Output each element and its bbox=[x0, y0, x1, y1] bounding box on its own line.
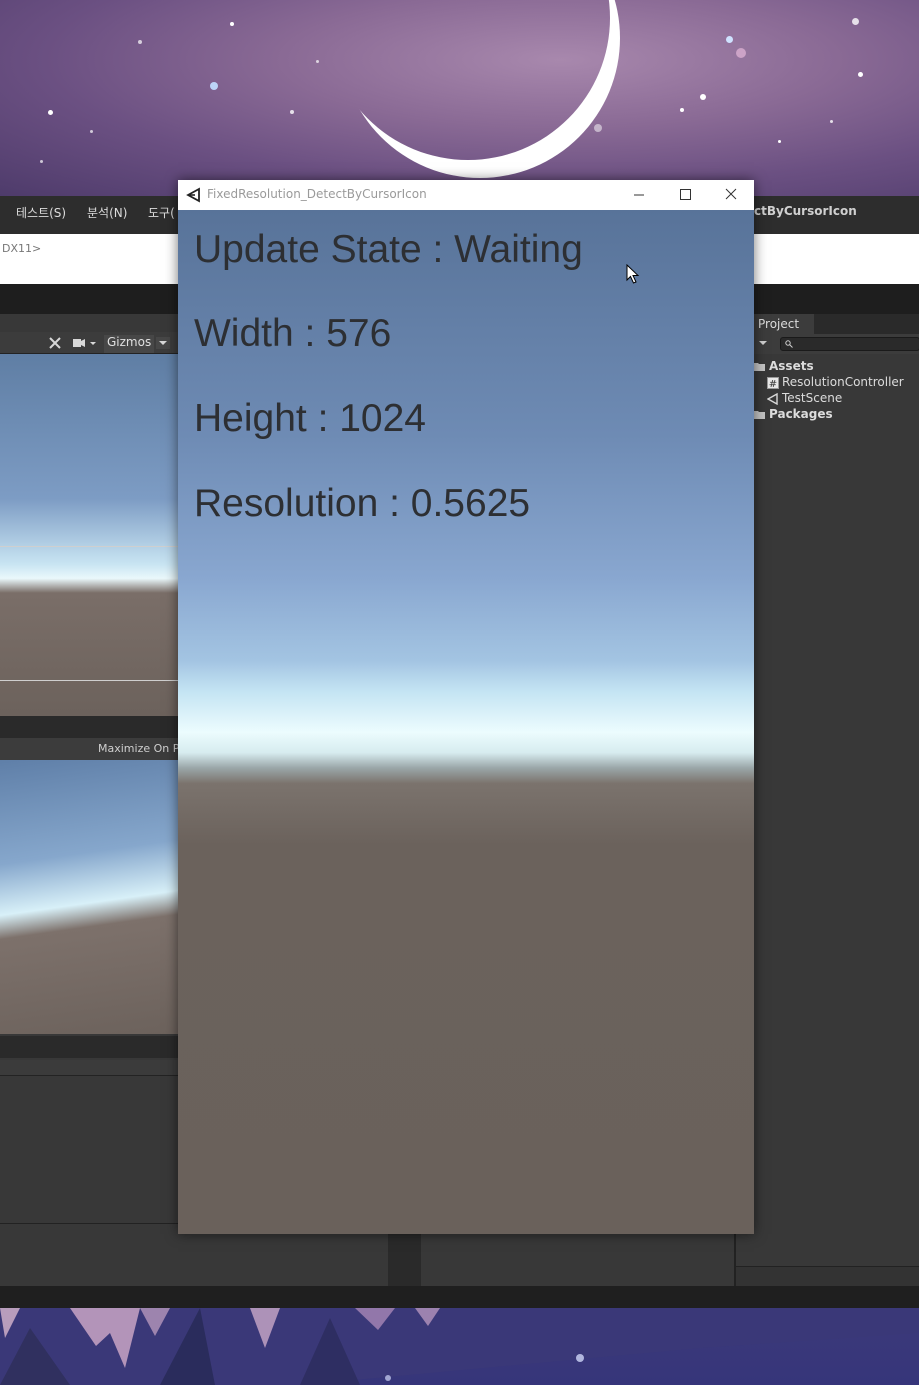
close-icon bbox=[725, 188, 737, 200]
tab-project-label: Project bbox=[758, 317, 800, 331]
status-bar bbox=[0, 1286, 919, 1308]
console-tabbar bbox=[0, 1036, 178, 1058]
close-button[interactable] bbox=[708, 180, 754, 210]
tree-item-label: Assets bbox=[769, 359, 814, 373]
project-footer bbox=[736, 1266, 919, 1286]
star bbox=[210, 82, 218, 90]
tree-item-resolutioncontroller[interactable]: # ResolutionController bbox=[767, 375, 904, 391]
tree-item-packages[interactable]: Packages bbox=[754, 407, 833, 423]
star bbox=[290, 110, 294, 114]
project-search-input[interactable] bbox=[780, 337, 919, 351]
chevron-down-icon[interactable] bbox=[758, 338, 768, 348]
panel-divider bbox=[0, 716, 178, 738]
folder-icon bbox=[754, 410, 765, 419]
tab-project[interactable]: Project bbox=[754, 314, 814, 334]
game-view bbox=[0, 760, 178, 1034]
height-text: Height : 1024 bbox=[194, 397, 427, 440]
star bbox=[736, 48, 746, 58]
game-window[interactable]: FixedResolution_DetectByCursorIcon Updat… bbox=[178, 180, 754, 1234]
chevron-down-icon[interactable] bbox=[156, 337, 170, 349]
game-client-area[interactable]: Update State : Waiting Width : 576 Heigh… bbox=[178, 210, 754, 1234]
maximize-on-play-button[interactable]: Maximize On P bbox=[98, 742, 179, 755]
star bbox=[852, 18, 859, 25]
update-state-text: Update State : Waiting bbox=[194, 228, 583, 271]
window-title: FixedResolution_DetectByCursorIcon bbox=[207, 187, 427, 201]
project-tabbar: Project bbox=[754, 314, 919, 334]
menu-item-analyze[interactable]: 분석(N) bbox=[87, 204, 127, 221]
editor-title: ctByCursorIcon bbox=[754, 204, 857, 218]
menu-item-test[interactable]: 테스트(S) bbox=[16, 204, 66, 221]
unity-logo-icon bbox=[186, 187, 200, 203]
gizmos-button[interactable]: Gizmos bbox=[104, 335, 154, 353]
star bbox=[680, 108, 684, 112]
menu-item-tools[interactable]: 도구( bbox=[148, 204, 175, 221]
tree-item-testscene[interactable]: TestScene bbox=[766, 391, 843, 407]
folder-open-icon bbox=[754, 362, 765, 371]
graphics-api-label: DX11> bbox=[2, 242, 42, 255]
mouse-cursor-icon bbox=[626, 264, 640, 284]
star bbox=[40, 160, 43, 163]
tree-item-assets[interactable]: Assets bbox=[754, 359, 814, 375]
star bbox=[858, 72, 863, 77]
project-toolbar bbox=[754, 334, 919, 354]
tools-icon[interactable] bbox=[48, 336, 62, 350]
star bbox=[230, 22, 234, 26]
search-icon bbox=[785, 339, 793, 348]
minimize-button[interactable] bbox=[616, 180, 662, 210]
scene-toolbar: Gizmos bbox=[0, 332, 178, 354]
star bbox=[778, 140, 781, 143]
star bbox=[138, 40, 142, 44]
game-toolbar: Maximize On P bbox=[0, 738, 179, 760]
tree-item-label: Packages bbox=[769, 407, 833, 421]
console-area bbox=[0, 1076, 178, 1224]
window-titlebar[interactable]: FixedResolution_DetectByCursorIcon bbox=[178, 180, 754, 210]
minimize-icon bbox=[634, 194, 644, 196]
star bbox=[726, 36, 733, 43]
mountains-graphic bbox=[0, 1308, 919, 1385]
scene-grid-line bbox=[0, 546, 178, 547]
scene-grid-line bbox=[0, 680, 178, 681]
tree-item-label: TestScene bbox=[782, 391, 843, 405]
svg-text:#: # bbox=[769, 379, 777, 389]
resolution-text: Resolution : 0.5625 bbox=[194, 482, 531, 525]
desktop-wallpaper-top bbox=[0, 0, 919, 196]
star bbox=[700, 94, 706, 100]
camera-icon[interactable] bbox=[73, 337, 97, 349]
width-text: Width : 576 bbox=[194, 312, 392, 355]
unity-scene-icon bbox=[766, 392, 778, 405]
scene-view[interactable] bbox=[0, 354, 178, 716]
desktop-wallpaper-bottom bbox=[0, 1308, 919, 1385]
star bbox=[316, 60, 319, 63]
star bbox=[90, 130, 93, 133]
console-toolbar bbox=[0, 1060, 178, 1076]
panel-divider bbox=[388, 1232, 421, 1286]
star bbox=[48, 110, 53, 115]
project-tree: Assets # ResolutionController TestScene P… bbox=[754, 354, 919, 1266]
script-icon: # bbox=[767, 376, 779, 390]
maximize-button[interactable] bbox=[662, 180, 708, 210]
star bbox=[830, 120, 833, 123]
star bbox=[594, 124, 602, 132]
moon-graphic bbox=[340, 0, 620, 178]
maximize-icon bbox=[680, 189, 691, 200]
tree-item-label: ResolutionController bbox=[782, 375, 904, 389]
